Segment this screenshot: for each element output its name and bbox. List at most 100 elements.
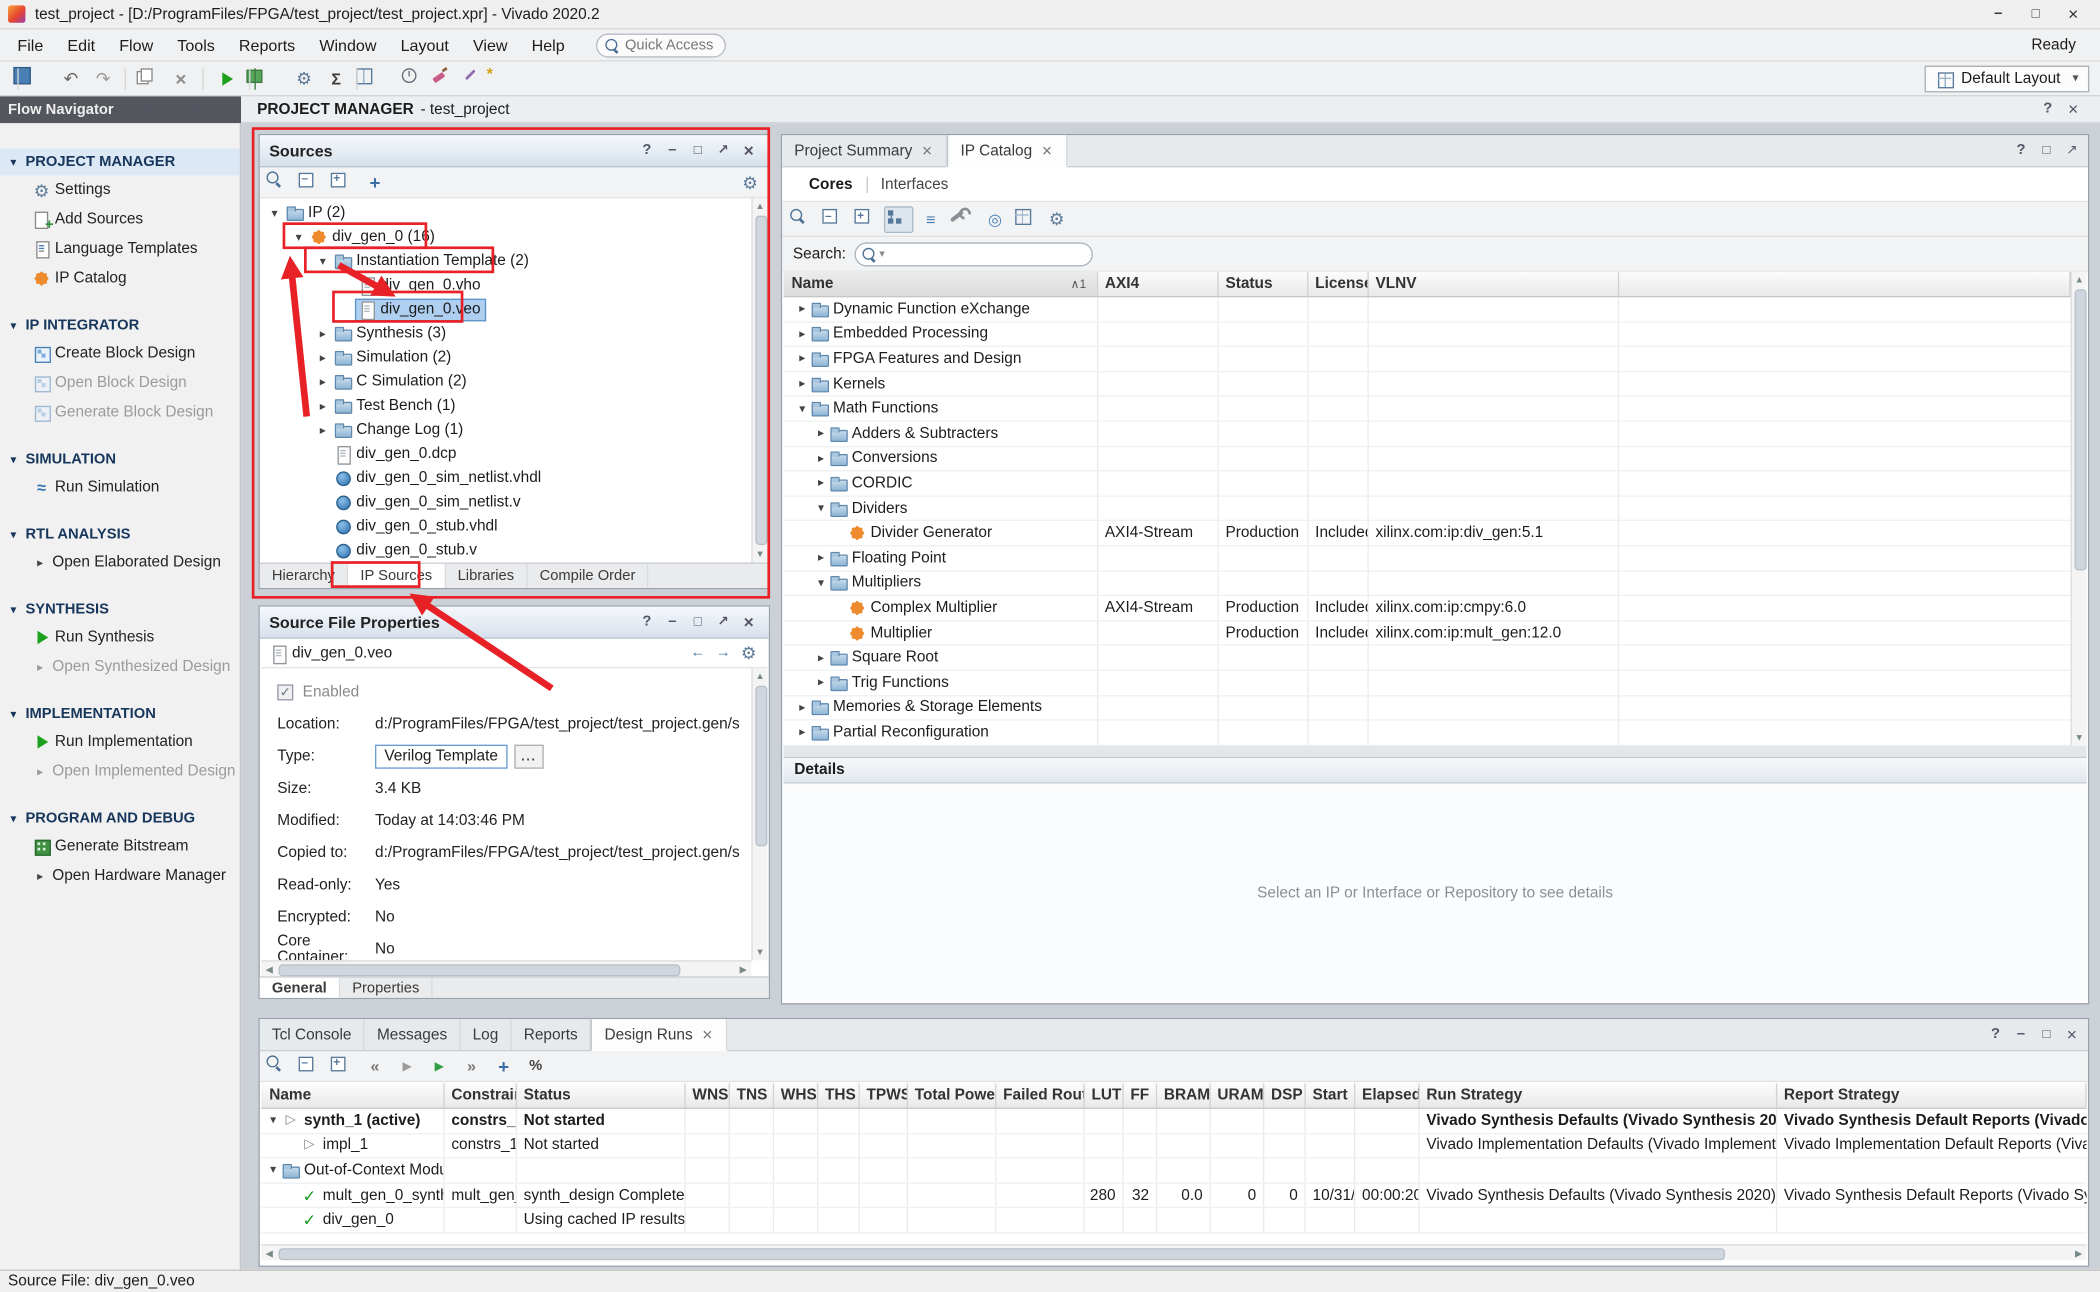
flow-navigator-entry[interactable]: Run Synthesis [0,623,240,652]
percent-icon[interactable] [521,1053,550,1080]
menu-item[interactable]: View [461,35,520,54]
chevron-right-icon[interactable] [813,449,829,468]
design-run-row[interactable]: impl_1 constrs_1 Not started [261,1134,2086,1159]
ip-catalog-row[interactable]: Dividers [783,497,2070,522]
flow-navigator-entry[interactable]: Open Implemented Design [0,757,240,786]
column-header[interactable]: Status [517,1083,686,1107]
chevron-right-icon[interactable] [813,474,829,493]
column-header[interactable]: Name ∧1 [783,272,1098,296]
help-icon[interactable] [1985,1024,2006,1045]
ip-catalog-row[interactable]: Complex Multiplier AXI4-Stream Productio… [783,596,2070,621]
flow-navigator-entry[interactable]: Open Hardware Manager [0,861,240,890]
chevron-right-icon[interactable] [315,324,331,343]
more-options-button[interactable]: ... [514,745,543,769]
catalog-subtab[interactable]: Cores [796,176,866,192]
column-header[interactable]: Status [1219,272,1309,296]
flow-navigator-entry[interactable]: SYNTHESIS [0,596,240,623]
chevron-right-icon[interactable] [813,648,829,667]
close-icon[interactable] [738,140,759,161]
flow-navigator-entry[interactable]: Generate Block Design [0,398,240,427]
scroll-up-icon[interactable] [753,198,768,214]
chevron-right-icon[interactable] [794,325,810,344]
design-run-row[interactable]: synth_1 (active) constrs_1 Not started [261,1109,2086,1134]
scroll-up-icon[interactable] [2072,272,2087,288]
column-header[interactable]: TPWS [860,1083,908,1107]
tree-item[interactable]: IP (2) [261,201,751,225]
search-icon[interactable] [264,169,293,196]
chevron-down-icon[interactable] [813,499,829,518]
document-tab[interactable]: IP Catalog [947,135,1067,167]
chevron-right-icon[interactable] [315,396,331,415]
float-icon[interactable] [687,140,708,161]
column-header[interactable]: Run Strategy [1420,1083,1778,1107]
flow-navigator-entry[interactable]: Create Block Design [0,339,240,368]
scroll-thumb[interactable] [2074,289,2086,570]
chevron-down-icon[interactable] [5,600,21,619]
sum-icon[interactable] [321,65,350,92]
chevron-right-icon[interactable] [32,658,48,677]
close-icon[interactable] [920,144,933,157]
window-minimize-icon[interactable] [1979,2,2017,26]
catalog-subtab[interactable]: Interfaces [866,176,962,192]
tree-item[interactable]: div_gen_0_sim_netlist.vhdl [261,466,751,490]
column-header[interactable]: Constraints [445,1083,517,1107]
search-icon[interactable] [264,1053,293,1080]
wand-icon[interactable] [463,65,492,92]
sources-tab[interactable]: IP Sources [348,564,445,588]
ip-catalog-row[interactable]: CORDIC [783,472,2070,497]
chevron-down-icon[interactable] [5,525,21,544]
collapse-all-icon[interactable] [296,169,325,196]
vertical-scrollbar[interactable] [2071,272,2087,746]
expand-all-icon[interactable] [328,169,357,196]
column-header[interactable]: Name [261,1083,444,1107]
scroll-thumb[interactable] [279,964,681,976]
vertical-scrollbar[interactable] [751,198,767,562]
design-run-row[interactable]: Out-of-Context Module Runs [261,1159,2086,1184]
properties-tab[interactable]: General [260,978,340,998]
maximize-icon[interactable] [713,611,734,632]
quick-access[interactable]: Quick Access [595,33,725,57]
grid-icon[interactable] [1013,206,1042,233]
column-header[interactable]: VLNV [1369,272,1619,296]
help-icon[interactable] [186,99,207,120]
design-run-row[interactable]: div_gen_0 Using cached IP results [261,1209,2086,1234]
close-icon[interactable] [1040,144,1053,157]
chevron-down-icon[interactable] [265,1161,281,1180]
chevron-right-icon[interactable] [813,549,829,568]
add-icon[interactable] [489,1053,518,1080]
tree-item[interactable]: div_gen_0_stub.v [261,538,751,562]
menu-item[interactable]: Layout [389,35,461,54]
chevron-right-icon[interactable] [813,424,829,443]
scroll-down-icon[interactable] [2072,730,2087,746]
flow-navigator-entry[interactable]: Open Block Design [0,368,240,397]
column-header[interactable]: THS [818,1083,860,1107]
flow-navigator-entry[interactable]: Generate Bitstream [0,832,240,861]
column-header[interactable]: License [1308,272,1368,296]
column-header[interactable]: WHS [774,1083,818,1107]
column-header[interactable]: Report Strategy [1777,1083,2086,1107]
help-icon[interactable] [2010,140,2031,161]
hierarchy-icon[interactable] [884,206,913,233]
chevron-right-icon[interactable] [794,350,810,369]
horizontal-scrollbar[interactable] [261,1244,2086,1260]
properties-tab[interactable]: Properties [340,978,433,998]
chevron-right-icon[interactable] [794,698,810,717]
scroll-right-icon[interactable] [2071,1246,2087,1261]
scroll-up-icon[interactable] [753,668,768,684]
column-header[interactable]: TNS [730,1083,774,1107]
column-header[interactable]: Elapsed [1355,1083,1419,1107]
column-header[interactable]: Total Power [908,1083,996,1107]
bottom-panel-tab[interactable]: Design Runs [591,1019,727,1051]
minimize-icon[interactable] [2010,1024,2031,1045]
menu-item[interactable]: Flow [107,35,165,54]
ip-catalog-row[interactable]: Divider Generator AXI4-Stream Production… [783,521,2070,546]
float-icon[interactable] [2036,140,2057,161]
flow-navigator-entry[interactable]: Run Simulation [0,473,240,502]
maximize-icon[interactable] [2061,140,2082,161]
scroll-thumb[interactable] [755,686,767,847]
type-select[interactable]: Verilog Template [375,745,507,769]
scroll-thumb[interactable] [755,216,767,545]
chevron-down-icon[interactable] [813,574,829,593]
menu-item[interactable]: File [5,35,55,54]
flow-navigator-entry[interactable]: Language Templates [0,234,240,263]
